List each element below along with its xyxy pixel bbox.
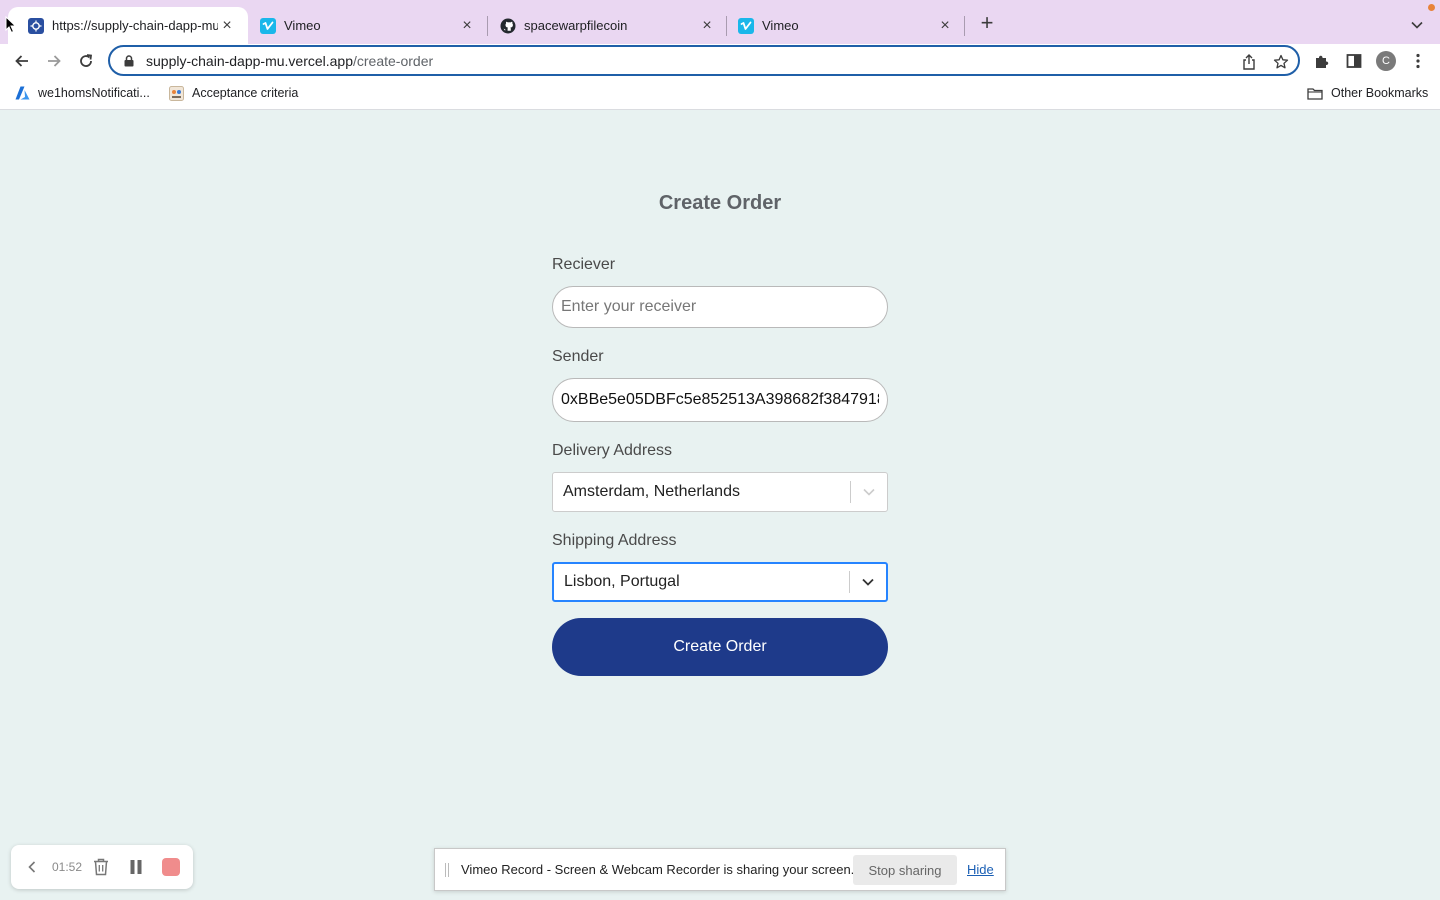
tab-title: https://supply-chain-dapp-mu.vercel.app/… xyxy=(52,18,218,33)
vimeo-icon xyxy=(260,17,276,34)
kebab-menu-icon xyxy=(1416,53,1420,69)
reload-button[interactable] xyxy=(74,49,98,73)
delivery-address-select[interactable]: Amsterdam, Netherlands xyxy=(552,472,888,512)
tab-create-order[interactable]: https://supply-chain-dapp-mu.vercel.app/… xyxy=(8,7,248,44)
chevron-left-icon xyxy=(28,861,36,873)
pause-icon xyxy=(130,860,142,874)
create-order-button[interactable]: Create Order xyxy=(552,618,888,676)
sender-label: Sender xyxy=(552,348,604,365)
vimeo-icon xyxy=(738,17,754,34)
reload-icon xyxy=(80,54,93,67)
chevron-down-icon xyxy=(1411,21,1423,29)
address-url: supply-chain-dapp-mu.vercel.app/create-o… xyxy=(146,53,433,69)
new-tab-button[interactable]: + xyxy=(976,12,998,35)
close-icon[interactable]: × xyxy=(936,17,954,35)
url-path: /create-order xyxy=(353,52,434,69)
trash-icon xyxy=(94,858,108,876)
tab-title: Vimeo xyxy=(284,18,321,33)
tab-vimeo[interactable]: Vimeo × xyxy=(240,7,488,44)
tab-title: Vimeo xyxy=(762,18,799,33)
address-bar[interactable]: supply-chain-dapp-mu.vercel.app/create-o… xyxy=(108,45,1300,76)
tab-search-button[interactable] xyxy=(1406,14,1428,36)
shipping-address-select[interactable]: Lisbon, Portugal xyxy=(552,562,888,602)
side-panel-button[interactable] xyxy=(1343,50,1365,72)
chevron-down-icon[interactable] xyxy=(851,474,887,510)
screen-sharing-bar: Vimeo Record - Screen & Webcam Recorder … xyxy=(434,848,1006,891)
extensions-button[interactable] xyxy=(1311,50,1333,72)
bookmarks-bar: we1homsNotificati... Acceptance criteria… xyxy=(0,78,1440,110)
receiver-label: Reciever xyxy=(552,256,616,273)
sharing-message: Vimeo Record - Screen & Webcam Recorder … xyxy=(461,862,855,877)
tab-separator xyxy=(964,16,965,36)
star-icon[interactable] xyxy=(1272,53,1290,71)
collapse-button[interactable] xyxy=(23,856,41,878)
arrow-right-icon xyxy=(48,55,61,67)
shipping-address-label: Shipping Address xyxy=(552,532,677,549)
dapp-favicon-icon xyxy=(28,17,44,34)
lock-icon xyxy=(122,54,136,68)
puzzle-icon xyxy=(1316,55,1329,68)
close-icon[interactable]: × xyxy=(458,17,476,35)
tab-vimeo[interactable]: Vimeo × xyxy=(718,7,966,44)
profile-button[interactable]: C xyxy=(1375,50,1397,72)
recording-timer: 01:52 xyxy=(51,860,83,874)
recording-indicator xyxy=(1428,4,1435,11)
close-icon[interactable]: × xyxy=(218,17,236,35)
bookmark-item[interactable]: we1homsNotificati... xyxy=(14,85,150,101)
tab-strip: https://supply-chain-dapp-mu.vercel.app/… xyxy=(0,0,1440,44)
delivery-address-label: Delivery Address xyxy=(552,442,673,459)
mouse-cursor-icon xyxy=(5,16,17,34)
bookmark-item[interactable]: Acceptance criteria xyxy=(168,85,298,101)
side-panel-icon xyxy=(1346,54,1362,68)
github-icon xyxy=(500,18,516,34)
tab-title: spacewarpfilecoin xyxy=(524,18,628,33)
tab-github[interactable]: spacewarpfilecoin × xyxy=(480,7,728,44)
delete-recording-button[interactable] xyxy=(90,856,112,878)
recorder-controls: 01:52 xyxy=(11,845,193,889)
forward-button[interactable] xyxy=(42,49,66,73)
menu-button[interactable] xyxy=(1407,50,1429,72)
receiver-input[interactable] xyxy=(552,286,888,328)
browser-toolbar: supply-chain-dapp-mu.vercel.app/create-o… xyxy=(0,44,1440,78)
other-bookmarks[interactable]: Other Bookmarks xyxy=(1307,85,1428,101)
other-bookmarks-label: Other Bookmarks xyxy=(1331,86,1429,100)
shipping-address-value: Lisbon, Portugal xyxy=(564,573,680,590)
azure-icon xyxy=(14,85,30,101)
folder-icon xyxy=(1307,85,1323,101)
drag-handle-icon[interactable] xyxy=(445,863,449,877)
back-button[interactable] xyxy=(10,49,34,73)
stop-icon xyxy=(162,858,180,876)
delivery-address-value: Amsterdam, Netherlands xyxy=(563,483,740,500)
url-host: supply-chain-dapp-mu.vercel.app xyxy=(146,52,353,69)
bookmark-label: we1homsNotificati... xyxy=(38,86,150,100)
stop-recording-button[interactable] xyxy=(160,856,182,878)
page-title: Create Order xyxy=(658,192,782,214)
sender-input[interactable] xyxy=(552,378,888,422)
close-icon[interactable]: × xyxy=(698,17,716,35)
bookmark-label: Acceptance criteria xyxy=(192,86,299,100)
confluence-icon xyxy=(168,85,184,101)
share-icon[interactable] xyxy=(1240,53,1258,71)
arrow-left-icon xyxy=(15,55,28,67)
stop-sharing-button[interactable]: Stop sharing xyxy=(853,855,957,885)
avatar: C xyxy=(1376,51,1396,71)
hide-link[interactable]: Hide xyxy=(967,862,994,877)
chevron-down-icon[interactable] xyxy=(850,564,886,600)
pause-button[interactable] xyxy=(125,856,147,878)
